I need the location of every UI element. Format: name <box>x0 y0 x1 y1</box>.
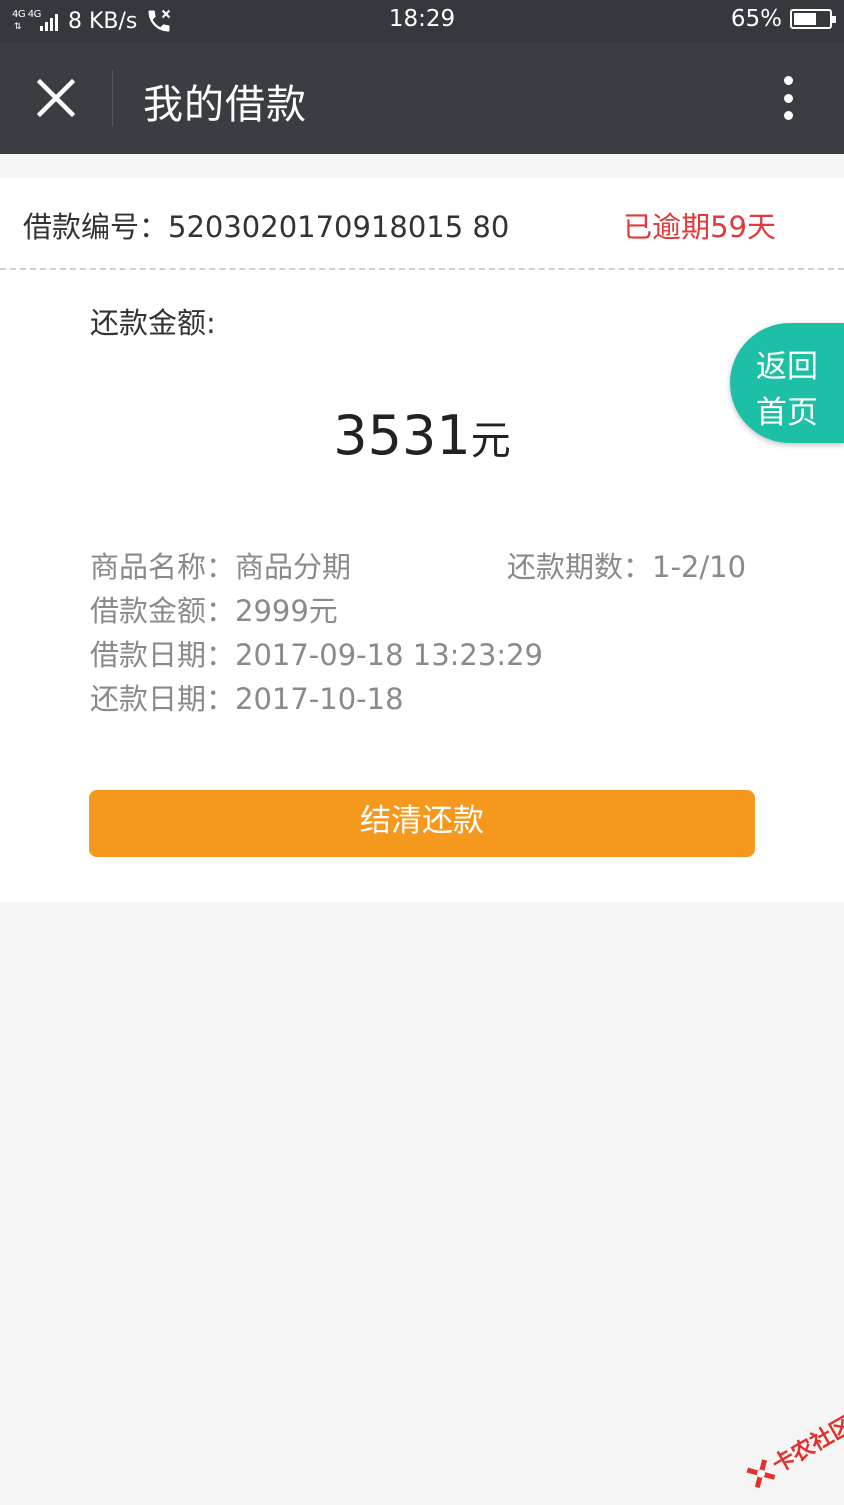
title-bar: 我的借款 <box>0 42 844 154</box>
loan-date: 借款日期：2017-09-18 13:23:29 <box>90 638 543 672</box>
loan-amount: 借款金额：2999元 <box>90 594 338 628</box>
installments: 还款期数：1-2/10 <box>507 550 747 584</box>
more-dot-icon <box>783 111 793 120</box>
return-home-button[interactable]: 返回 首页 <box>730 323 844 443</box>
title-divider <box>112 70 113 126</box>
more-options-button[interactable] <box>762 72 814 124</box>
close-button[interactable] <box>26 68 86 128</box>
loan-card: 借款编号：5203020170918015 80 已逾期59天 还款金额: 35… <box>0 178 844 902</box>
repay-date: 还款日期：2017-10-18 <box>90 682 404 716</box>
repay-amount-value: 3531 <box>333 404 471 467</box>
battery-percent: 65% <box>730 6 782 32</box>
watermark-text: 卡农社区 <box>768 1412 844 1479</box>
close-icon <box>36 78 76 118</box>
loan-number: 借款编号：5203020170918015 80 <box>23 210 510 244</box>
product-name: 商品名称：商品分期 <box>90 550 352 584</box>
status-right: 65% <box>730 6 836 32</box>
status-bar: 4G 4G ⇅ 8 KB/s 18:29 65% <box>0 0 844 42</box>
more-dot-icon <box>783 93 793 103</box>
settle-repayment-button[interactable]: 结清还款 <box>89 790 755 857</box>
overdue-status: 已逾期59天 <box>623 210 776 244</box>
more-dot-icon <box>783 76 793 85</box>
return-home-label-1: 返回 <box>756 349 818 385</box>
clock: 18:29 <box>388 6 456 32</box>
page-title: 我的借款 <box>143 82 307 128</box>
repay-amount: 3531元 <box>0 404 844 467</box>
repay-amount-unit: 元 <box>470 418 511 464</box>
return-home-label-2: 首页 <box>756 395 818 431</box>
repay-amount-label: 还款金额: <box>90 306 216 340</box>
battery-icon <box>790 9 836 29</box>
loan-number-row: 借款编号：5203020170918015 80 已逾期59天 <box>0 178 844 270</box>
watermark: 卡农社区 <box>729 1395 844 1505</box>
